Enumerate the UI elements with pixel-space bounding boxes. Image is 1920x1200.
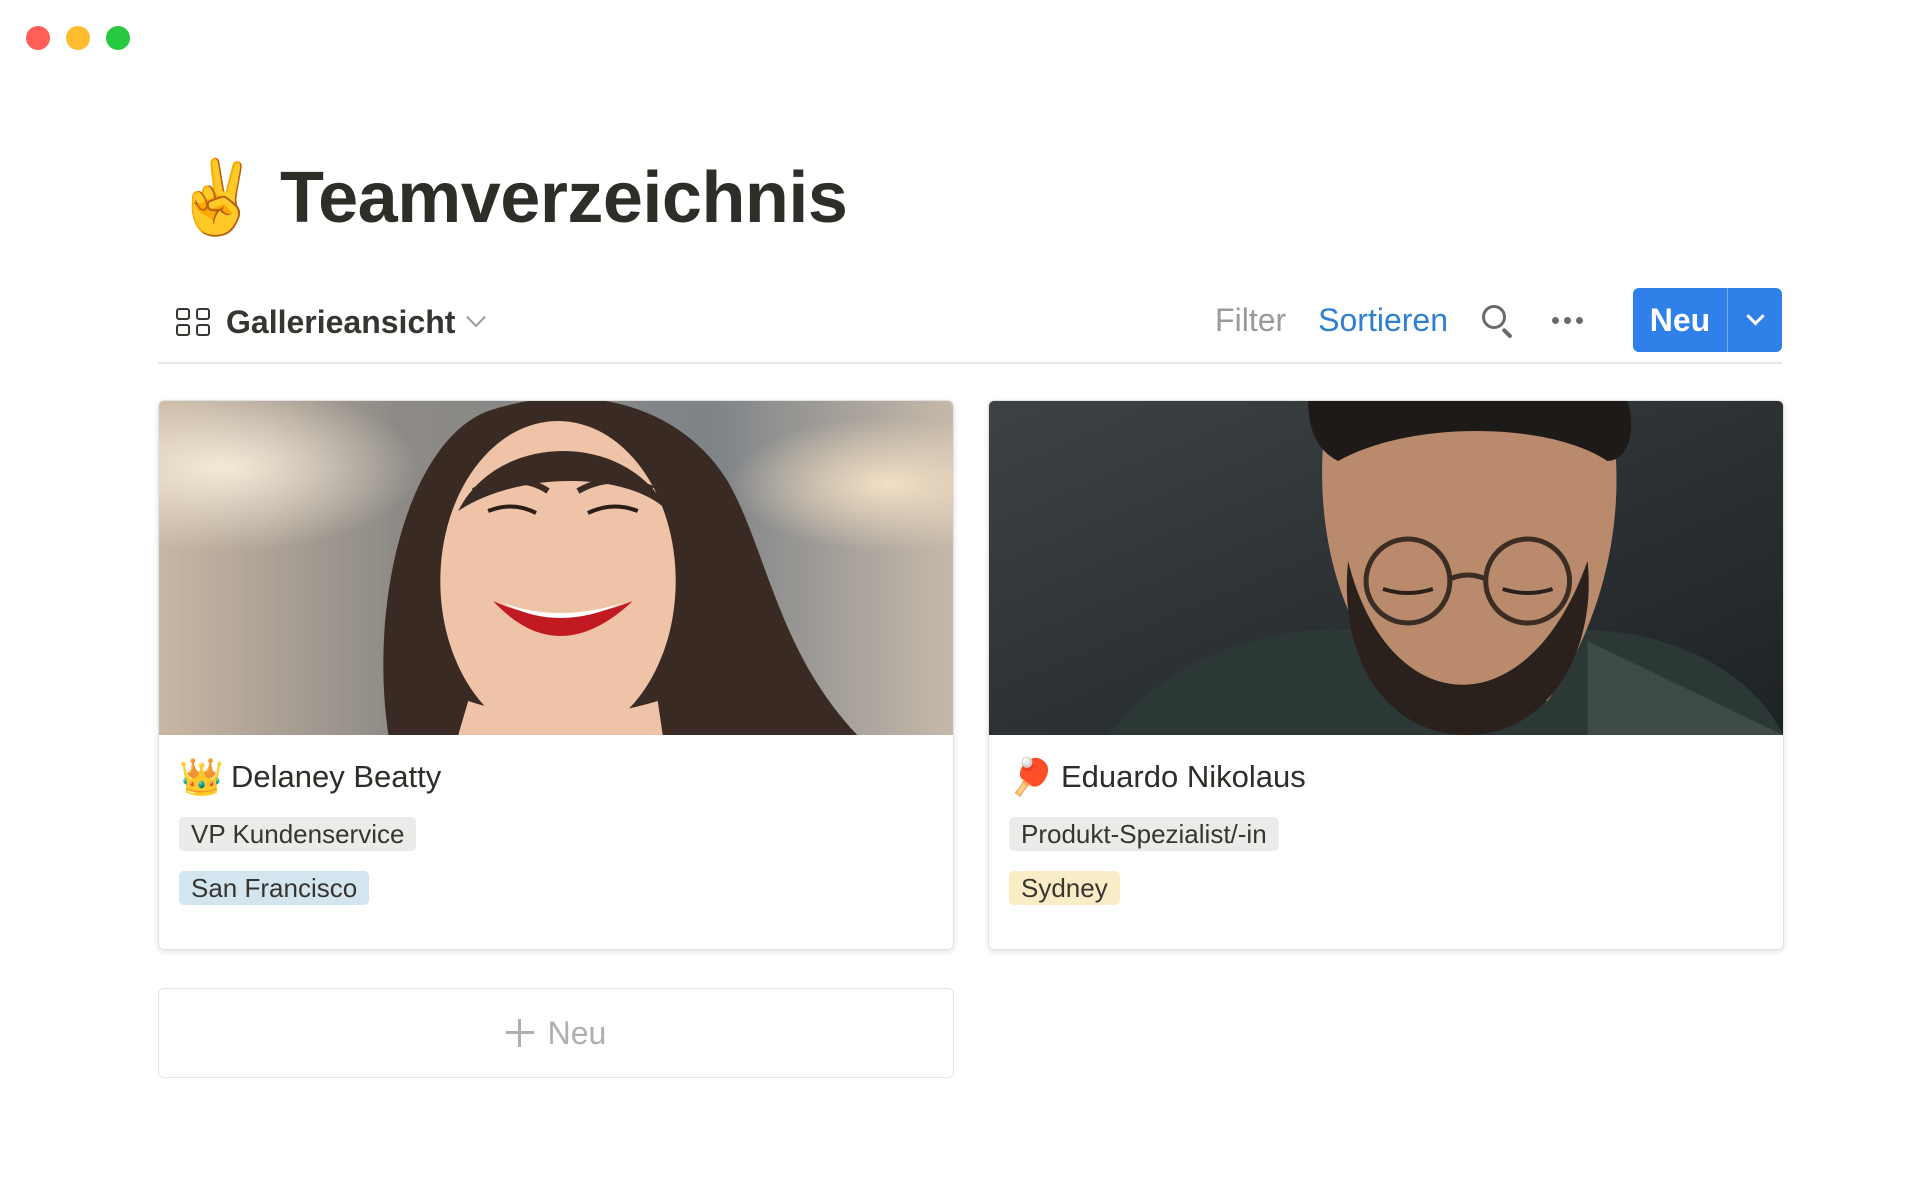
view-switcher-label: Gallerieansicht [226,304,456,340]
sort-button[interactable]: Sortieren [1318,302,1448,339]
minimize-window-button[interactable] [66,26,90,50]
window-controls [26,26,130,50]
add-new-card-button[interactable]: Neu [158,988,954,1078]
view-switcher[interactable]: Gallerieansicht [176,304,487,341]
filter-button[interactable]: Filter [1215,302,1286,339]
location-tag: San Francisco [179,871,370,905]
ping-pong-icon: 🏓 [1009,756,1054,797]
card-cover-photo [159,401,953,735]
card-title-row: 🏓 Eduardo Nikolaus [1009,757,1763,797]
location-row: Sydney [1009,871,1763,905]
more-options-icon[interactable] [1550,309,1585,332]
page-header: ✌️ Teamverzeichnis [172,162,848,234]
page-icon[interactable]: ✌️ [172,162,262,234]
crown-icon: 👑 [179,756,224,797]
new-button[interactable]: Neu [1633,288,1727,352]
page-title[interactable]: Teamverzeichnis [280,162,848,234]
toolbar-actions: Filter Sortieren Neu [1215,288,1782,352]
card-body: 🏓 Eduardo Nikolaus Produkt-Spezialist/-i… [989,735,1783,927]
maximize-window-button[interactable] [106,26,130,50]
new-template-dropdown[interactable] [1728,288,1782,352]
search-icon[interactable] [1480,303,1514,339]
card-name: Eduardo Nikolaus [1061,759,1306,794]
chevron-down-icon [1745,306,1765,325]
plus-icon [505,1019,534,1047]
new-button-group: Neu [1633,288,1782,352]
role-row: VP Kundenservice [179,817,933,851]
card-body: 👑 Delaney Beatty VP Kundenservice San Fr… [159,735,953,927]
gallery-view-icon [176,307,210,338]
gallery-card[interactable]: 👑 Delaney Beatty VP Kundenservice San Fr… [158,400,954,950]
card-cover-photo [989,401,1783,735]
card-title-row: 👑 Delaney Beatty [179,757,933,797]
close-window-button[interactable] [26,26,50,50]
location-tag: Sydney [1009,871,1120,905]
role-row: Produkt-Spezialist/-in [1009,817,1763,851]
chevron-down-icon [466,306,487,327]
location-row: San Francisco [179,871,933,905]
gallery-card[interactable]: 🏓 Eduardo Nikolaus Produkt-Spezialist/-i… [988,400,1784,950]
database-toolbar: Gallerieansicht Filter Sortieren Neu [158,288,1782,364]
role-tag: VP Kundenservice [179,817,417,851]
card-name: Delaney Beatty [231,759,442,794]
add-new-label: Neu [547,1014,607,1051]
role-tag: Produkt-Spezialist/-in [1009,817,1279,851]
